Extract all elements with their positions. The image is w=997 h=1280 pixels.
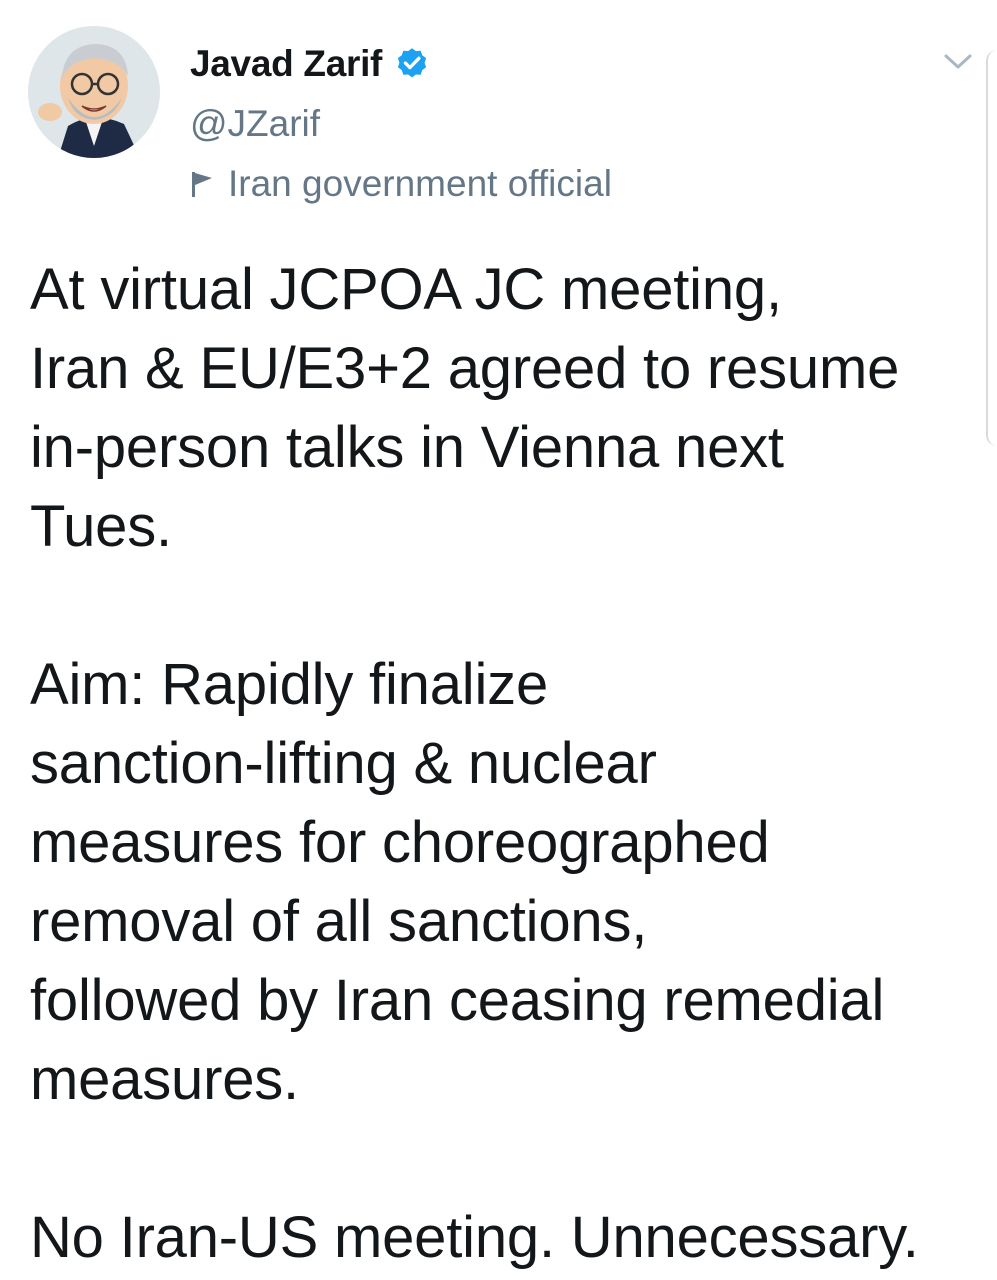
tweet-line: measures for choreographed	[30, 810, 770, 875]
flag-icon	[190, 169, 216, 199]
tweet: Javad Zarif @JZarif Iran government offi…	[0, 0, 997, 1280]
tweet-line: in-person talks in Vienna next	[30, 415, 784, 480]
tweet-line: sanction-lifting & nuclear	[30, 731, 657, 796]
government-label[interactable]: Iran government official	[190, 158, 612, 210]
scrollbar[interactable]	[986, 50, 997, 446]
tweet-line: Iran & EU/E3+2 agreed to resume	[30, 336, 900, 401]
tweet-author: Javad Zarif @JZarif Iran government offi…	[190, 36, 612, 210]
tweet-line: followed by Iran ceasing remedial	[30, 968, 885, 1033]
verified-badge-icon	[394, 46, 430, 82]
tweet-line: At virtual JCPOA JC meeting,	[30, 257, 782, 322]
tweet-line: Aim: Rapidly finalize	[30, 652, 548, 717]
display-name[interactable]: Javad Zarif	[190, 43, 382, 85]
author-name-row: Javad Zarif	[190, 36, 612, 92]
tweet-line: Tues.	[30, 494, 172, 559]
handle[interactable]: @JZarif	[190, 98, 612, 150]
tweet-line: measures.	[30, 1047, 299, 1112]
chevron-down-icon[interactable]	[940, 50, 976, 74]
tweet-line: No Iran-US meeting. Unnecessary.	[30, 1205, 919, 1270]
label-text: Iran government official	[228, 163, 612, 204]
tweet-text: At virtual JCPOA JC meeting, Iran & EU/E…	[30, 250, 970, 1277]
avatar[interactable]	[28, 26, 160, 158]
tweet-line: removal of all sanctions,	[30, 889, 648, 954]
